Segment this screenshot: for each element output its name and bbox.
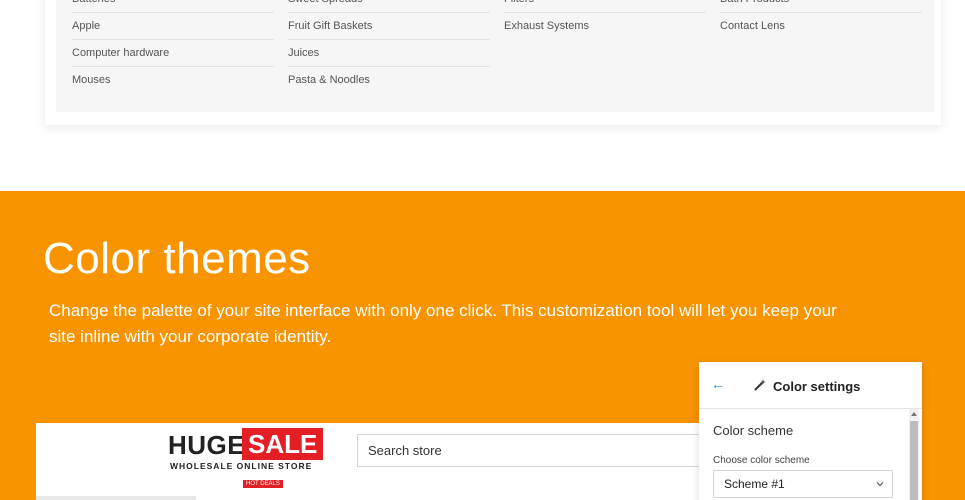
category-link[interactable]: Batteries (72, 0, 274, 13)
store-preview: HUGE SALE WHOLESALE ONLINE STORE HOT DEA… (36, 423, 736, 500)
back-arrow-icon[interactable]: ← (711, 376, 725, 392)
chevron-down-icon (876, 482, 884, 487)
magic-wand-icon (754, 379, 766, 391)
scroll-up-icon[interactable] (911, 411, 917, 417)
category-card: Batteries Apple Computer hardware Mouses… (45, 0, 941, 125)
panel-title: Color settings (773, 379, 861, 394)
selected-scheme: Scheme #1 (724, 477, 785, 491)
color-themes-section: Color themes Change the palette of your … (0, 191, 965, 500)
color-settings-panel: ← Color settings Color scheme Choose col… (699, 362, 922, 500)
category-column-4: Bath Products Contact Lens (720, 0, 922, 40)
category-link[interactable]: Apple (72, 13, 274, 40)
store-nav-strip (36, 496, 196, 500)
logo-word-huge: HUGE (168, 430, 246, 460)
search-input[interactable]: Search store (357, 434, 717, 467)
color-scheme-select[interactable]: Scheme #1 (713, 470, 893, 498)
page: Batteries Apple Computer hardware Mouses… (0, 0, 965, 500)
section-title: Color themes (43, 234, 311, 283)
category-column-2: Sweet Spreads Fruit Gift Baskets Juices … (288, 0, 490, 94)
category-link[interactable]: Computer hardware (72, 40, 274, 67)
category-section: Batteries Apple Computer hardware Mouses… (0, 0, 965, 191)
hot-deals-badge: HOT DEALS (243, 480, 283, 488)
category-link[interactable]: Fruit Gift Baskets (288, 13, 490, 40)
color-scheme-heading: Color scheme (713, 423, 794, 438)
category-link[interactable]: Filters (504, 0, 706, 13)
scrollbar-thumb[interactable] (910, 421, 918, 500)
category-column-3: Filters Exhaust Systems (504, 0, 706, 40)
category-link[interactable]: Mouses (72, 67, 274, 94)
panel-header: ← Color settings (699, 362, 922, 409)
category-link[interactable]: Juices (288, 40, 490, 67)
logo-word-sale: SALE (242, 428, 324, 460)
category-grid: Batteries Apple Computer hardware Mouses… (56, 0, 934, 112)
category-link[interactable]: Contact Lens (720, 13, 922, 40)
category-link[interactable]: Sweet Spreads (288, 0, 490, 13)
category-link[interactable]: Exhaust Systems (504, 13, 706, 40)
category-link[interactable]: Bath Products (720, 0, 922, 13)
section-description: Change the palette of your site interfac… (49, 301, 837, 346)
category-column-1: Batteries Apple Computer hardware Mouses (72, 0, 274, 94)
logo-tagline: WHOLESALE ONLINE STORE (170, 461, 313, 471)
choose-scheme-label: Choose color scheme (713, 455, 810, 466)
panel-scrollbar[interactable] (909, 409, 919, 500)
category-link[interactable]: Pasta & Noodles (288, 67, 490, 94)
